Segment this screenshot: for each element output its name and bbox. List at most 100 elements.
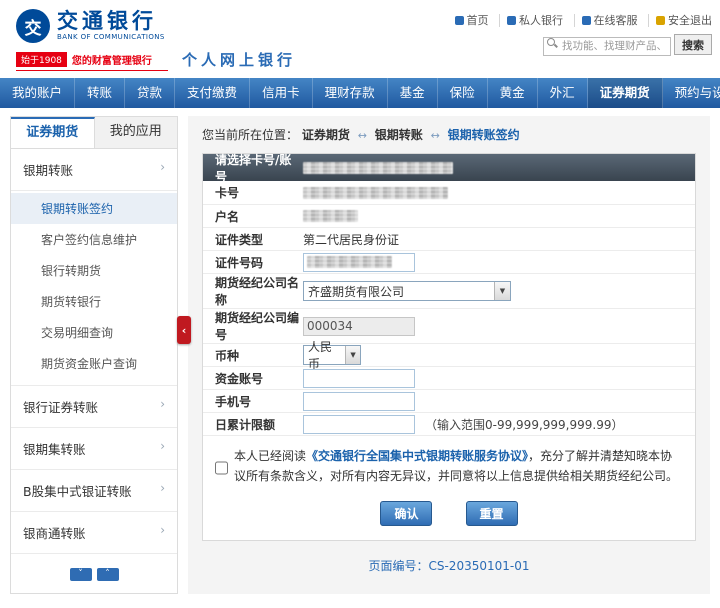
breadcrumb-separator-icon: ↔ (358, 129, 367, 142)
nav-item-insurance[interactable]: 保险 (438, 78, 488, 108)
nav-item-funds[interactable]: 基金 (388, 78, 438, 108)
currency-select[interactable]: 人民币 ▼ (303, 345, 361, 365)
scroll-up-button[interactable]: ˄ (97, 568, 119, 581)
dropdown-arrow-icon: ▼ (345, 346, 360, 364)
sidebar-item-signup-info-maintenance[interactable]: 客户签约信息维护 (11, 224, 177, 255)
field-label: 卡号 (203, 184, 303, 201)
bank-logo[interactable]: 交 交通银行 BANK OF COMMUNICATIONS (16, 9, 165, 43)
id-type-value: 第二代居民身份证 (303, 231, 399, 248)
field-label: 币种 (203, 347, 303, 364)
field-label: 证件号码 (203, 254, 303, 271)
form-row-mobile: 手机号 (203, 389, 695, 412)
quick-link-private-banking[interactable]: 私人银行 (499, 14, 563, 27)
chevron-right-icon: › (160, 397, 165, 416)
breadcrumb-item-current: 银期转账签约 (448, 128, 520, 142)
card-select-label: 请选择卡号/账号 (203, 151, 303, 185)
card-select-row: 请选择卡号/账号 (203, 154, 695, 181)
broker-code-input (303, 317, 415, 336)
sidebar-group-bank-merchant-transfer[interactable]: 银商通转账 › (11, 512, 177, 554)
sidebar-item-futures-to-bank[interactable]: 期货转银行 (11, 286, 177, 317)
agreement-text: 本人已经阅读《交通银行全国集中式银期转账服务协议》，充分了解并清楚知晓本协议所有… (234, 446, 683, 487)
masked-id-number (307, 256, 392, 268)
quick-link-home[interactable]: 首页 (455, 14, 489, 27)
sidebar-item-transaction-detail-query[interactable]: 交易明细查询 (11, 317, 177, 348)
nav-item-gold[interactable]: 黄金 (488, 78, 538, 108)
search-bar: 搜索 (543, 34, 712, 56)
sidebar-item-bank-to-futures[interactable]: 银行转期货 (11, 255, 177, 286)
home-icon (455, 16, 464, 25)
search-icon (547, 38, 555, 46)
daily-limit-input[interactable] (303, 415, 415, 434)
sidebar-group-bank-futures-central-transfer[interactable]: 银期集转账 › (11, 428, 177, 470)
form-row-daily-limit: 日累计限额 （输入范围0-99,999,999,999.99） (203, 412, 695, 435)
field-label: 证件类型 (203, 231, 303, 248)
back-arrow-icon: ‹ (182, 324, 187, 337)
search-input[interactable] (543, 37, 671, 56)
nav-item-forex[interactable]: 外汇 (538, 78, 588, 108)
confirm-button[interactable]: 确认 (380, 501, 432, 526)
form-row-card-number: 卡号 (203, 181, 695, 204)
broker-name-value: 齐盛期货有限公司 (308, 283, 404, 300)
sidebar-group-bank-securities-transfer[interactable]: 银行证券转账 › (11, 386, 177, 428)
fund-account-input[interactable] (303, 369, 415, 388)
field-label: 期货经纪公司名称 (203, 274, 303, 308)
main-nav: 我的账户 转账 贷款 支付缴费 信用卡 理财存款 基金 保险 黄金 外汇 证券期… (0, 78, 720, 108)
page: 交 交通银行 BANK OF COMMUNICATIONS 始于1908 您的财… (0, 0, 720, 608)
bank-tagline: 始于1908 您的财富管理银行 (16, 52, 168, 71)
tagline-text: 您的财富管理银行 (72, 52, 152, 67)
customer-service-icon (582, 16, 591, 25)
nav-item-appointments-settings[interactable]: 预约与设置 (663, 78, 720, 108)
agreement-checkbox[interactable] (215, 449, 228, 487)
quick-link-logout-label: 安全退出 (668, 14, 712, 27)
chevron-right-icon: › (160, 439, 165, 458)
main-panel: ‹ 您当前所在位置： 证券期货 ↔ 银期转账 ↔ 银期转账签约 请选择卡号/账号… (188, 116, 710, 594)
dropdown-arrow-icon: ▼ (494, 282, 510, 300)
sidebar-group-bank-futures-transfer[interactable]: 银期转账 › (11, 149, 177, 191)
broker-name-select[interactable]: 齐盛期货有限公司 ▼ (303, 281, 511, 301)
form-row-broker-code: 期货经纪公司编号 (203, 308, 695, 343)
group-label: 银期转账 (23, 160, 73, 179)
agreement-link[interactable]: 《交通银行全国集中式银期转账服务协议》 (306, 449, 528, 463)
sidebar-item-signup[interactable]: 银期转账签约 (11, 193, 177, 224)
group-label: B股集中式银证转账 (23, 481, 132, 500)
portal-title: 个人网上银行 (182, 49, 296, 70)
sidebar-pager: ˅ ˄ (70, 568, 119, 581)
breadcrumb: 您当前所在位置： 证券期货 ↔ 银期转账 ↔ 银期转账签约 (188, 116, 710, 151)
reset-button[interactable]: 重置 (466, 501, 518, 526)
search-button[interactable]: 搜索 (674, 34, 712, 55)
nav-item-wealth-deposits[interactable]: 理财存款 (313, 78, 388, 108)
form-row-id-number: 证件号码 (203, 250, 695, 273)
tab-securities-futures[interactable]: 证券期货 (11, 117, 95, 148)
sidebar: 证券期货 我的应用 银期转账 › 银期转账签约 客户签约信息维护 银行转期货 期… (10, 116, 178, 594)
scroll-down-button[interactable]: ˅ (70, 568, 92, 581)
mobile-input[interactable] (303, 392, 415, 411)
content-area: 证券期货 我的应用 银期转账 › 银期转账签约 客户签约信息维护 银行转期货 期… (0, 108, 720, 606)
bank-names: 交通银行 BANK OF COMMUNICATIONS (57, 9, 165, 41)
nav-item-my-accounts[interactable]: 我的账户 (0, 78, 75, 108)
sidebar-item-futures-fund-account-query[interactable]: 期货资金账户查询 (11, 348, 177, 379)
lock-icon (656, 16, 665, 25)
currency-value: 人民币 (308, 338, 341, 372)
masked-card-selector[interactable] (303, 162, 453, 174)
quick-links: 首页 私人银行 在线客服 安全退出 (455, 12, 713, 28)
quick-link-private-banking-label: 私人银行 (519, 14, 563, 27)
nav-item-securities-futures[interactable]: 证券期货 (588, 78, 663, 108)
sidebar-group-b-share-transfer[interactable]: B股集中式银证转账 › (11, 470, 177, 512)
form-row-currency: 币种 人民币 ▼ (203, 343, 695, 366)
form-actions: 确认 重置 (203, 491, 695, 540)
sidebar-submenu: 银期转账签约 客户签约信息维护 银行转期货 期货转银行 交易明细查询 期货资金账… (11, 191, 177, 386)
collapse-sidebar-tab[interactable]: ‹ (177, 316, 191, 344)
quick-link-customer-service[interactable]: 在线客服 (574, 14, 638, 27)
breadcrumb-item: 证券期货 (302, 128, 350, 142)
id-number-input (303, 253, 415, 272)
nav-item-payments[interactable]: 支付缴费 (175, 78, 250, 108)
chevron-right-icon: › (160, 481, 165, 500)
group-label: 银商通转账 (23, 523, 86, 542)
nav-item-loans[interactable]: 贷款 (125, 78, 175, 108)
nav-item-transfer[interactable]: 转账 (75, 78, 125, 108)
quick-link-logout[interactable]: 安全退出 (648, 14, 712, 27)
breadcrumb-separator-icon: ↔ (431, 129, 440, 142)
tab-my-apps[interactable]: 我的应用 (95, 117, 178, 148)
nav-item-credit-card[interactable]: 信用卡 (250, 78, 313, 108)
since-1908-badge: 始于1908 (16, 52, 67, 67)
